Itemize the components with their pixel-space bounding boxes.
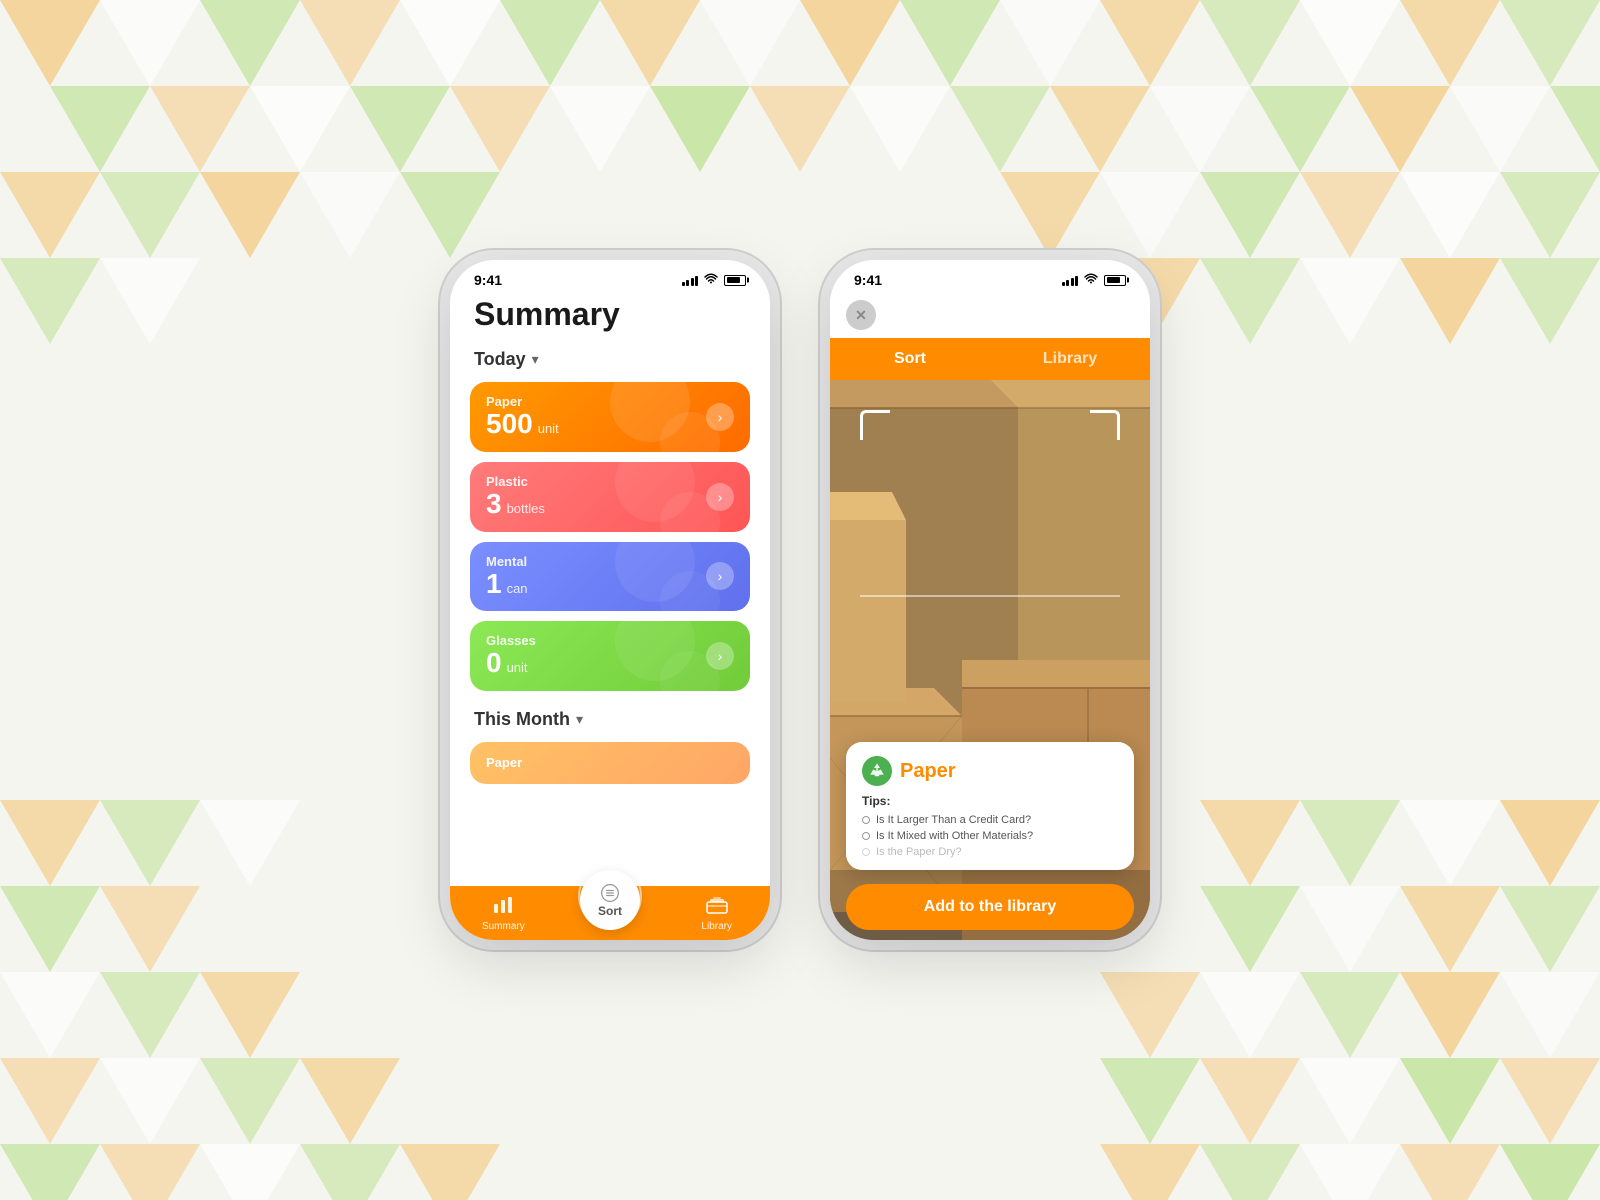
summary-nav-label: Summary bbox=[482, 921, 525, 932]
card-glasses-unit: unit bbox=[507, 660, 528, 675]
card-glasses-count: 0 bbox=[486, 648, 502, 679]
tips-label: Tips: bbox=[862, 794, 1118, 808]
battery-icon-2 bbox=[1104, 275, 1126, 286]
phone1-content: Summary Today ▾ Paper 500 unit bbox=[450, 296, 770, 940]
card-paper-count: 500 bbox=[486, 409, 533, 440]
card-glasses-arrow[interactable]: › bbox=[706, 642, 734, 670]
scan-line bbox=[860, 595, 1120, 597]
sort-nav-label: Sort bbox=[598, 904, 622, 918]
close-btn-row: ✕ bbox=[830, 296, 1150, 338]
card-glasses[interactable]: Glasses 0 unit › bbox=[470, 621, 750, 691]
page-title: Summary bbox=[470, 296, 750, 333]
today-section-header[interactable]: Today ▾ bbox=[470, 349, 750, 370]
card-plastic-name: Plastic bbox=[486, 474, 545, 489]
this-month-header[interactable]: This Month ▾ bbox=[470, 709, 750, 730]
card-glasses-count-row: 0 unit bbox=[486, 648, 536, 679]
card-plastic-info: Plastic 3 bottles bbox=[486, 474, 545, 520]
sort-button[interactable]: Sort bbox=[580, 870, 640, 930]
summary-icon bbox=[493, 896, 513, 919]
card-glasses-info: Glasses 0 unit bbox=[486, 633, 536, 679]
today-chevron: ▾ bbox=[532, 351, 539, 368]
scan-corner-tl bbox=[860, 410, 890, 440]
phone-summary: 9:41 bbox=[450, 260, 770, 940]
cards-list: Paper 500 unit › Plastic bbox=[470, 382, 750, 691]
card-mental-unit: can bbox=[507, 581, 528, 596]
camera-view: Paper Tips: Is It Larger Than a Credit C… bbox=[830, 380, 1150, 940]
scan-corner-tr bbox=[1090, 410, 1120, 440]
summary-page: Summary Today ▾ Paper 500 unit bbox=[450, 296, 770, 886]
tip-3: Is the Paper Dry? bbox=[862, 846, 1118, 858]
sort-tab-bar: Sort Library bbox=[830, 338, 1150, 380]
card-paper-arrow[interactable]: › bbox=[706, 403, 734, 431]
status-bar-2: 9:41 bbox=[830, 260, 1150, 296]
this-month-section: This Month ▾ Paper bbox=[470, 709, 750, 784]
add-to-library-button[interactable]: Add to the library bbox=[846, 884, 1134, 930]
tip-dot-1 bbox=[862, 816, 870, 824]
info-card: Paper Tips: Is It Larger Than a Credit C… bbox=[846, 742, 1134, 870]
card-plastic-count-row: 3 bottles bbox=[486, 489, 545, 520]
signal-icon bbox=[682, 274, 699, 286]
card-glasses-name: Glasses bbox=[486, 633, 536, 648]
card-plastic-unit: bottles bbox=[507, 501, 545, 516]
this-month-partial-card: Paper bbox=[470, 742, 750, 784]
tips-list: Is It Larger Than a Credit Card? Is It M… bbox=[862, 814, 1118, 858]
tip-text-2: Is It Mixed with Other Materials? bbox=[876, 830, 1033, 842]
library-icon bbox=[706, 896, 728, 919]
today-label: Today bbox=[474, 349, 526, 370]
card-paper-info: Paper 500 unit bbox=[486, 394, 559, 440]
tab-sort[interactable]: Sort bbox=[830, 338, 990, 380]
signal-icon-2 bbox=[1062, 274, 1079, 286]
card-mental-count-row: 1 can bbox=[486, 569, 528, 600]
card-mental-arrow[interactable]: › bbox=[706, 562, 734, 590]
tip-1: Is It Larger Than a Credit Card? bbox=[862, 814, 1118, 826]
status-bar-1: 9:41 bbox=[450, 260, 770, 296]
card-mental-name: Mental bbox=[486, 554, 528, 569]
nav-library[interactable]: Library bbox=[663, 896, 770, 932]
tip-text-1: Is It Larger Than a Credit Card? bbox=[876, 814, 1031, 826]
card-mental-info: Mental 1 can bbox=[486, 554, 528, 600]
card-plastic[interactable]: Plastic 3 bottles › bbox=[470, 462, 750, 532]
tip-dot-3 bbox=[862, 848, 870, 856]
card-paper-unit: unit bbox=[538, 421, 559, 436]
library-nav-label: Library bbox=[701, 921, 732, 932]
card-paper-name: Paper bbox=[486, 394, 559, 409]
recycle-icon bbox=[862, 756, 892, 786]
this-month-label: This Month bbox=[474, 709, 570, 730]
phones-container: 9:41 bbox=[450, 260, 1150, 940]
tab-library[interactable]: Library bbox=[990, 338, 1150, 380]
tip-2: Is It Mixed with Other Materials? bbox=[862, 830, 1118, 842]
card-mental[interactable]: Mental 1 can › bbox=[470, 542, 750, 612]
card-paper-count-row: 500 unit bbox=[486, 409, 559, 440]
tip-dot-2 bbox=[862, 832, 870, 840]
status-icons-2 bbox=[1062, 273, 1127, 288]
info-card-title: Paper bbox=[900, 760, 956, 783]
close-icon: ✕ bbox=[855, 307, 867, 324]
time-1: 9:41 bbox=[474, 272, 502, 288]
close-button[interactable]: ✕ bbox=[846, 300, 876, 330]
wifi-icon-2 bbox=[1084, 273, 1098, 288]
nav-summary[interactable]: Summary bbox=[450, 896, 557, 932]
time-2: 9:41 bbox=[854, 272, 882, 288]
card-plastic-count: 3 bbox=[486, 489, 502, 520]
battery-icon bbox=[724, 275, 746, 286]
scan-frame bbox=[860, 410, 1120, 780]
tip-text-3: Is the Paper Dry? bbox=[876, 846, 962, 858]
this-month-chevron: ▾ bbox=[576, 711, 583, 728]
nav-sort-container: Sort bbox=[557, 898, 664, 930]
card-mental-count: 1 bbox=[486, 569, 502, 600]
card-plastic-arrow[interactable]: › bbox=[706, 483, 734, 511]
info-card-header: Paper bbox=[862, 756, 1118, 786]
this-month-partial-label: Paper bbox=[486, 755, 522, 770]
card-paper[interactable]: Paper 500 unit › bbox=[470, 382, 750, 452]
bottom-nav: Summary Sort bbox=[450, 886, 770, 940]
status-icons-1 bbox=[682, 273, 747, 288]
wifi-icon bbox=[704, 273, 718, 288]
phone-sort: 9:41 bbox=[830, 260, 1150, 940]
